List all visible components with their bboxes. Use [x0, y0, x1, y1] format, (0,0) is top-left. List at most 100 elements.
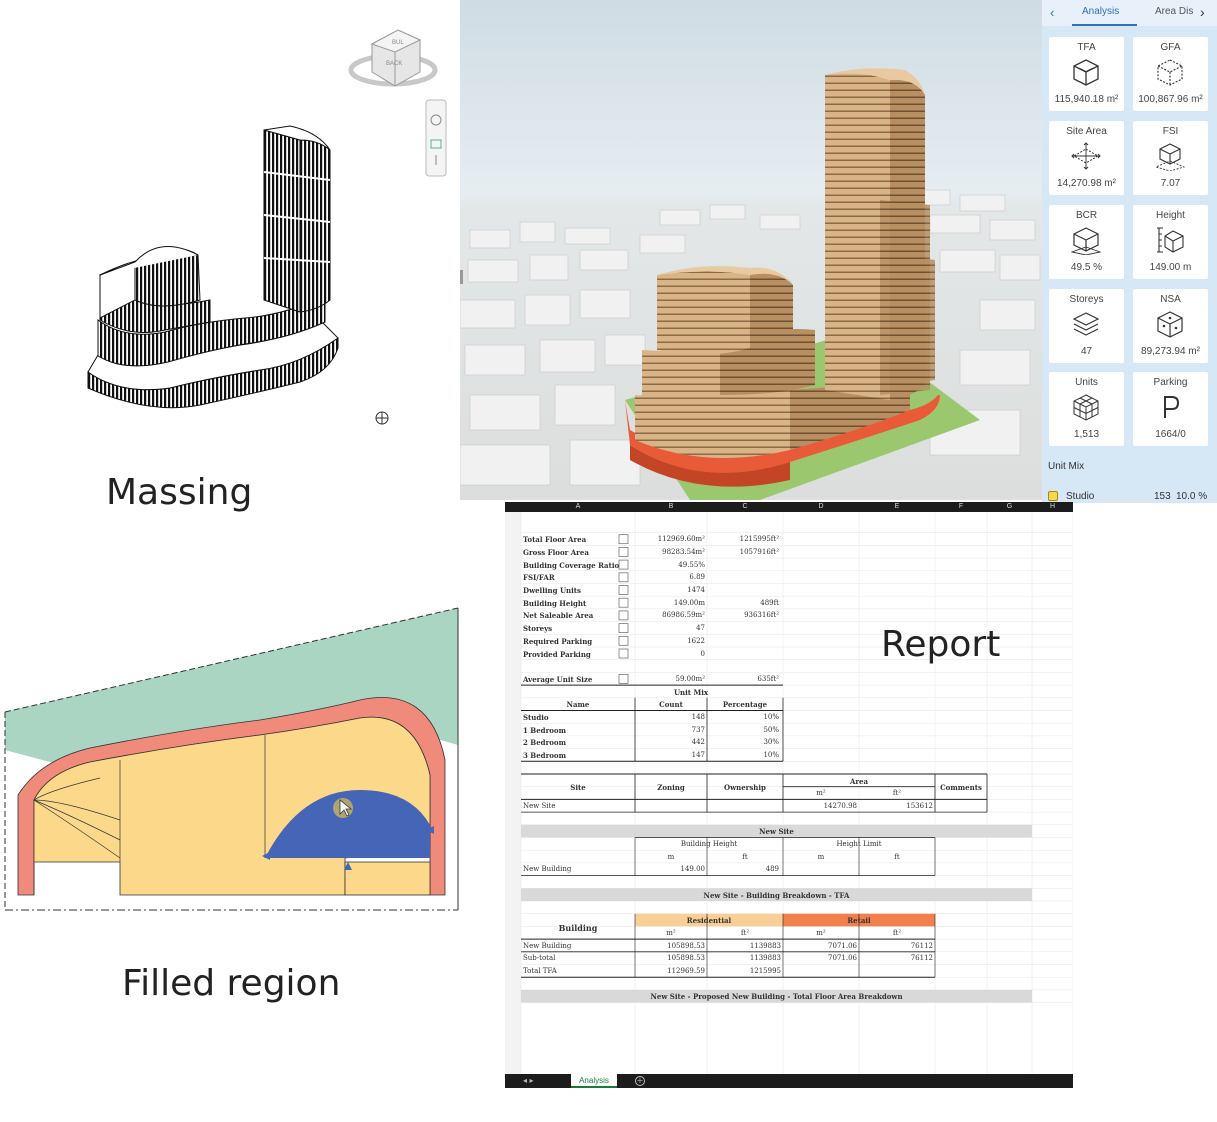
summary-label: Dwelling Units: [523, 586, 581, 595]
parking-icon: [1164, 396, 1180, 418]
sheet-tab-analysis[interactable]: Analysis: [571, 1074, 617, 1088]
chevron-left-icon[interactable]: ‹: [1050, 5, 1054, 20]
summary-value-metric: 149.00m: [673, 598, 705, 607]
viewcube-top-label: BUL: [392, 40, 404, 46]
card-fsi-label: FSI: [1162, 126, 1179, 137]
breakdown-value-cell: 105898.53: [667, 941, 705, 950]
layers-icon: [1072, 312, 1100, 336]
metric-icon: [618, 547, 629, 557]
breakdown-row-label: New Building: [523, 941, 572, 950]
summary-value-metric: 98283.54m²: [662, 547, 705, 556]
caption-filled-region: Filled region: [122, 963, 341, 1004]
metric-icon: [618, 585, 629, 595]
view-cube[interactable]: BUL BACK: [348, 29, 438, 87]
metric-icon: [618, 610, 629, 621]
unit-mix-swatch: [1048, 491, 1058, 501]
filled-region-view[interactable]: [0, 600, 462, 916]
breakdown-unit-cell: ft²: [892, 928, 902, 937]
units-icon: [1073, 394, 1099, 421]
card-site-area[interactable]: Site Area 14,270.98 m²: [1049, 121, 1124, 195]
tab-analysis[interactable]: Analysis: [1082, 6, 1119, 17]
unit-mix-header: Count: [659, 700, 683, 710]
card-gfa[interactable]: GFA 100,867.96 m²: [1133, 37, 1208, 111]
card-storeys-value: 47: [1080, 346, 1093, 357]
metric-icon: [618, 597, 629, 608]
card-height[interactable]: Height 149.00 m: [1133, 205, 1208, 279]
summary-value-imperial: 936316ft²: [744, 611, 779, 620]
card-tfa[interactable]: TFA 115,940.18 m²: [1049, 37, 1124, 111]
card-gfa-label: GFA: [1160, 42, 1181, 53]
caption-massing: Massing: [106, 472, 253, 513]
tab-active-underline: [1072, 24, 1137, 26]
card-units[interactable]: Units 1,513: [1049, 372, 1124, 446]
metric-icon: [618, 648, 629, 659]
unit-mix-pct-cell: 10%: [763, 751, 779, 760]
site-area-m2-cell: 14270.98: [823, 801, 857, 810]
site-header: Site: [570, 783, 586, 792]
summary-value-metric: 86986.59m²: [662, 611, 705, 620]
breakdown-unit-cell: m²: [816, 928, 826, 937]
height-limit-header: Height Limit: [836, 840, 882, 848]
site-area-ft2-cell: 153612: [906, 801, 933, 810]
card-parking[interactable]: Parking 1664/0: [1133, 372, 1208, 446]
card-site-area-label: Site Area: [1066, 126, 1107, 137]
city-3d-viewport[interactable]: [460, 0, 1042, 500]
retail-header: Retail: [847, 916, 871, 926]
card-units-value: 1,513: [1073, 429, 1100, 440]
breakdown-value-cell: 7071.06: [828, 941, 857, 950]
summary-label: Net Saleable Area: [523, 611, 594, 621]
fsi-icon: [1155, 143, 1185, 171]
add-sheet-icon[interactable]: +: [635, 1076, 645, 1086]
card-nsa-label: NSA: [1160, 294, 1181, 305]
card-height-value: 149.00 m: [1149, 262, 1192, 273]
sheet-nav-arrows[interactable]: ◂ ▸: [523, 1076, 534, 1085]
card-bcr-value: 49.5 %: [1070, 262, 1103, 273]
residential-header: Residential: [686, 916, 732, 926]
summary-value-metric: 49.55%: [678, 560, 705, 569]
chevron-right-icon[interactable]: ›: [1200, 4, 1205, 20]
cube-icon: [1073, 59, 1099, 86]
card-units-label: Units: [1075, 377, 1098, 388]
card-fsi[interactable]: FSI 7.07: [1133, 121, 1208, 195]
summary-label: Building Height: [523, 598, 587, 608]
city-model: [460, 68, 1041, 500]
unit-mix-count: 153: [1154, 491, 1171, 502]
card-storeys[interactable]: Storeys 47: [1049, 289, 1124, 363]
height-unit-cell: m: [667, 852, 675, 861]
metric-icon: [618, 534, 629, 545]
building-header: Building: [558, 922, 598, 933]
height-unit-cell: m: [817, 852, 825, 861]
caption-report: Report: [881, 624, 1001, 665]
nsa-icon: [1157, 311, 1183, 338]
summary-value-imperial: 635ft²: [757, 674, 779, 683]
card-height-label: Height: [1156, 210, 1185, 221]
area-header: Area: [849, 776, 869, 786]
summary-label: Required Parking: [523, 636, 593, 646]
viewcube-front-label: BACK: [386, 61, 402, 67]
summary-value-metric: 47: [696, 624, 705, 633]
card-gfa-value: 100,867.96 m²: [1138, 94, 1203, 105]
dotted-cube-icon: [1157, 59, 1183, 86]
card-bcr[interactable]: BCR 49.5 %: [1049, 205, 1124, 279]
unit-mix-count-cell: 147: [691, 751, 705, 760]
tab-area-distribution[interactable]: Area Dis: [1155, 6, 1195, 17]
metric-icon: [618, 559, 629, 570]
report-spreadsheet[interactable]: ABCDEFGH 5678910111213141516171819202122…: [497, 502, 1073, 1102]
summary-value-imperial: 1215995ft²: [739, 535, 779, 544]
summary-value-imperial: 1057916ft²: [739, 547, 779, 556]
card-site-area-value: 14,270.98 m²: [1057, 178, 1116, 189]
unit-mix-name-cell: Studio: [523, 713, 549, 722]
bcr-icon: [1071, 227, 1101, 255]
sheet-tab-bar: ◂ ▸ Analysis +: [505, 1074, 1073, 1088]
massing-viewport[interactable]: BUL BACK: [0, 0, 448, 450]
breakdown-value-cell: 1215995: [749, 967, 781, 975]
breakdown-value-cell: 1139883: [749, 954, 781, 963]
breakdown-value-cell: 7071.06: [828, 954, 857, 963]
unit-mix-pct-cell: 50%: [763, 725, 779, 734]
unit-mix-header: Percentage: [722, 700, 768, 710]
navigation-bar[interactable]: [425, 99, 447, 177]
breakdown-value-cell: 112969.59: [667, 967, 705, 975]
ownership-header: Ownership: [724, 783, 766, 792]
card-nsa[interactable]: NSA 89,273.94 m²: [1133, 289, 1208, 363]
metric-icon: [618, 623, 629, 633]
